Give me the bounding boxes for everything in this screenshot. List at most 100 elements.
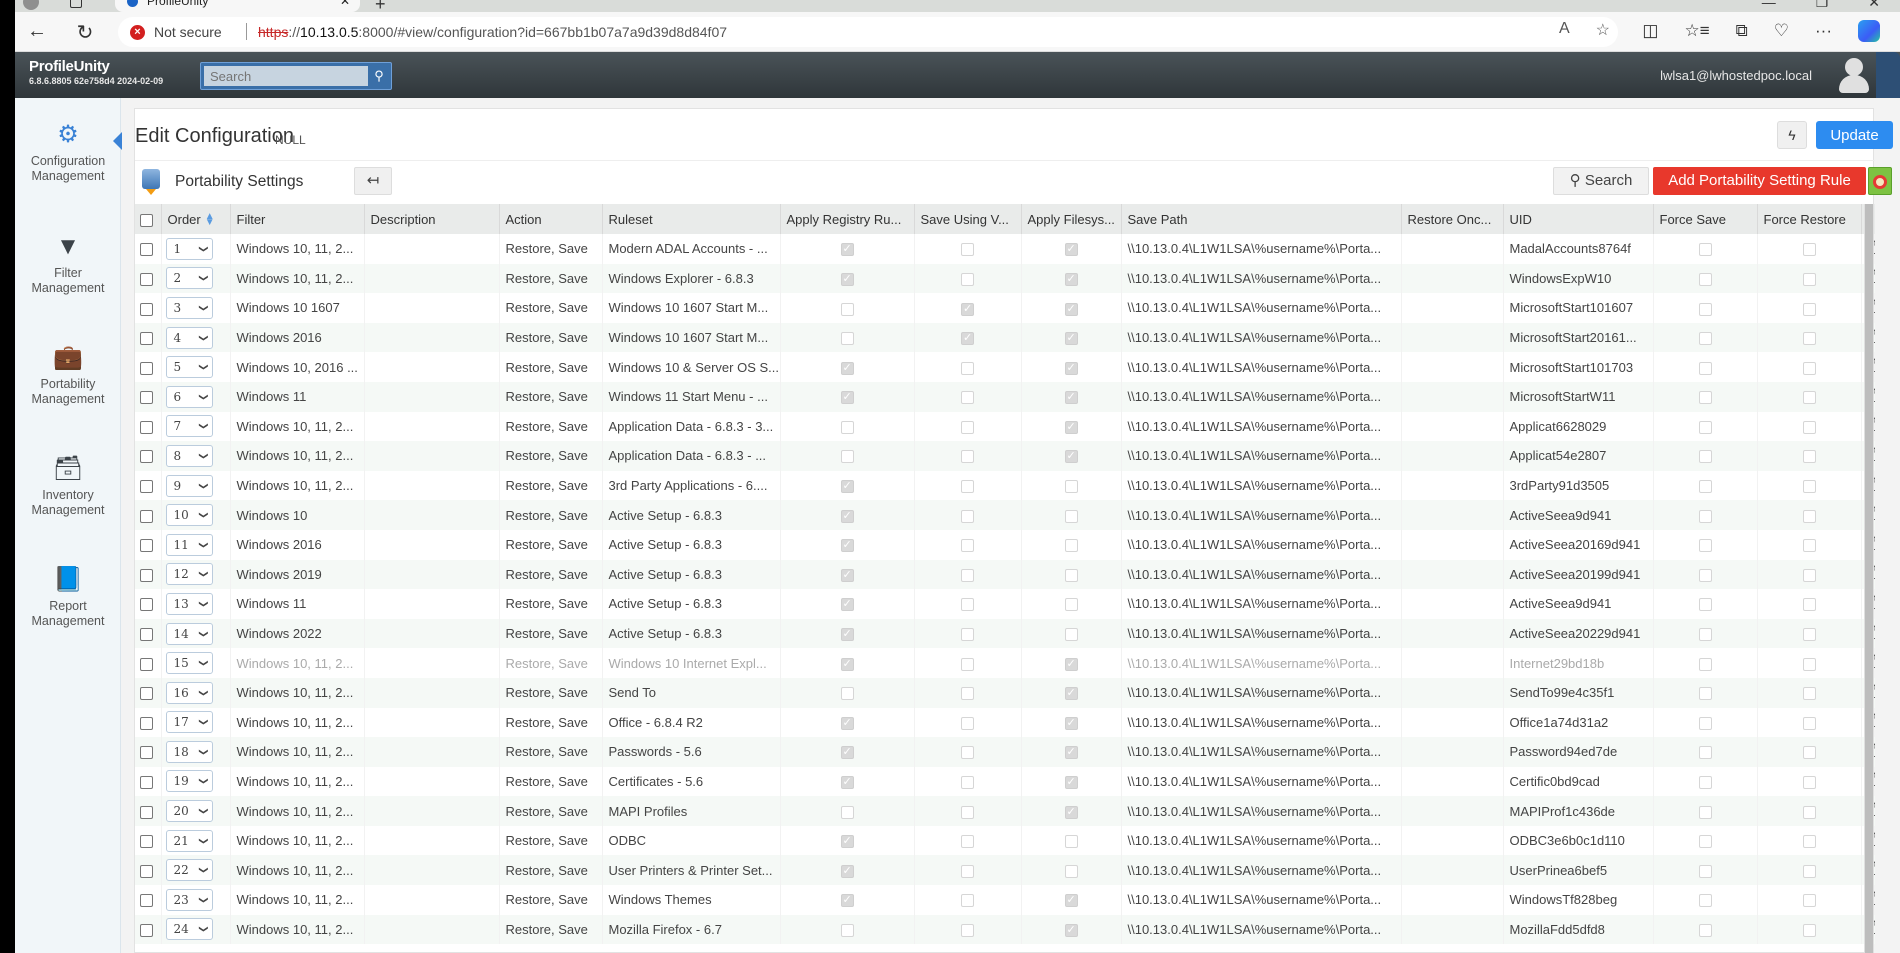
column-header-apply-filesystem[interactable]: Apply Filesys... bbox=[1021, 204, 1122, 234]
order-select[interactable]: 12 ❯ bbox=[165, 563, 213, 586]
order-select[interactable]: 21 ❯ bbox=[165, 829, 213, 852]
table-row[interactable]: 14 ❯ Windows 2022 Restore, Save Active Setup… bbox=[135, 618, 1875, 649]
column-header-filter[interactable]: Filter bbox=[230, 204, 365, 234]
column-header-order[interactable]: Order ▲ ▼ bbox=[161, 204, 231, 234]
table-row[interactable]: 24 ❯ Windows 10, 11, 2... Restore, Save Mozi… bbox=[135, 914, 1875, 945]
add-portability-rule-button[interactable]: Add Portability Setting Rule bbox=[1653, 167, 1866, 195]
url-text[interactable]: https://10.13.0.5:8000/#view/configurati… bbox=[258, 24, 727, 40]
browser-health-icon[interactable]: ♡ bbox=[1774, 21, 1789, 41]
table-row[interactable]: 11 ❯ Windows 2016 Restore, Save Active Setup… bbox=[135, 529, 1875, 560]
sidebar-item-configuration[interactable]: ⚙ Configuration Management bbox=[15, 120, 121, 184]
column-header-restore-once[interactable]: Restore Onc... bbox=[1401, 204, 1504, 234]
row-select-checkbox[interactable] bbox=[140, 391, 153, 405]
table-row[interactable]: 9 ❯ Windows 10, 11, 2... Restore, Save 3rd P… bbox=[135, 470, 1875, 501]
table-row[interactable]: 21 ❯ Windows 10, 11, 2... Restore, Save ODBC… bbox=[135, 825, 1875, 856]
order-select[interactable]: 1 ❯ bbox=[165, 237, 213, 260]
order-select[interactable]: 17 ❯ bbox=[165, 711, 213, 734]
collections-icon[interactable]: ⧉ bbox=[1736, 21, 1748, 41]
sort-icon[interactable]: ▲ ▼ bbox=[205, 212, 215, 228]
order-select[interactable]: 23 ❯ bbox=[165, 888, 213, 911]
table-row[interactable]: 22 ❯ Windows 10, 11, 2... Restore, Save User… bbox=[135, 855, 1875, 886]
table-row[interactable]: 1 ❯ Windows 10, 11, 2... Restore, Save Moder… bbox=[135, 234, 1875, 264]
order-select[interactable]: 11 ❯ bbox=[165, 533, 213, 556]
window-close-icon[interactable]: ✕ bbox=[1868, 0, 1880, 11]
select-all-checkbox[interactable] bbox=[140, 213, 153, 227]
row-select-checkbox[interactable] bbox=[140, 539, 153, 553]
order-select[interactable]: 2 ❯ bbox=[165, 267, 213, 290]
row-select-checkbox[interactable] bbox=[140, 805, 153, 819]
table-row[interactable]: 23 ❯ Windows 10, 11, 2... Restore, Save Wind… bbox=[135, 885, 1875, 915]
column-header-apply-registry[interactable]: Apply Registry Ru... bbox=[780, 204, 915, 234]
favorite-star-icon[interactable]: ☆ bbox=[1596, 20, 1610, 40]
update-button[interactable]: Update bbox=[1816, 121, 1893, 149]
row-select-checkbox[interactable] bbox=[140, 657, 153, 671]
sidebar-item-report[interactable]: 📘 Report Management bbox=[15, 565, 121, 629]
row-select-checkbox[interactable] bbox=[140, 568, 153, 582]
order-select[interactable]: 7 ❯ bbox=[165, 415, 213, 438]
order-select[interactable]: 24 ❯ bbox=[165, 918, 213, 941]
search-icon[interactable]: ⚲ bbox=[371, 66, 387, 86]
brand[interactable]: ProfileUnity 6.8.6.8805 62e758d4 2024-02… bbox=[29, 58, 163, 86]
order-select[interactable]: 20 ❯ bbox=[165, 800, 213, 823]
order-select[interactable]: 14 ❯ bbox=[165, 622, 213, 645]
table-row[interactable]: 3 ❯ Windows 10 1607 Restore, Save Windows 10… bbox=[135, 293, 1875, 323]
table-row[interactable]: 7 ❯ Windows 10, 11, 2... Restore, Save Appli… bbox=[135, 411, 1875, 442]
table-row[interactable]: 15 ❯ Windows 10, 11, 2... Restore, Save Wind… bbox=[135, 648, 1875, 678]
order-select[interactable]: 19 ❯ bbox=[165, 770, 213, 793]
table-search-button[interactable]: ⚲ Search bbox=[1553, 167, 1649, 195]
table-row[interactable]: 16 ❯ Windows 10, 11, 2... Restore, Save Send… bbox=[135, 677, 1875, 708]
row-select-checkbox[interactable] bbox=[140, 302, 153, 316]
row-select-checkbox[interactable] bbox=[140, 332, 153, 346]
flash-button[interactable]: ϟ bbox=[1777, 121, 1807, 149]
sidebar-collapse-caret[interactable] bbox=[113, 132, 122, 150]
order-select[interactable]: 6 ❯ bbox=[165, 385, 213, 408]
order-select[interactable]: 5 ❯ bbox=[165, 356, 213, 379]
table-row[interactable]: 12 ❯ Windows 2019 Restore, Save Active Setup… bbox=[135, 559, 1875, 590]
row-select-checkbox[interactable] bbox=[140, 361, 153, 375]
table-row[interactable]: 2 ❯ Windows 10, 11, 2... Restore, Save Windo… bbox=[135, 263, 1875, 294]
column-header-action[interactable]: Action bbox=[499, 204, 603, 234]
column-header-ruleset[interactable]: Ruleset bbox=[602, 204, 781, 234]
favorites-icon[interactable]: ☆≡ bbox=[1684, 21, 1709, 41]
table-row[interactable]: 5 ❯ Windows 10, 2016 ... Restore, Save Windo… bbox=[135, 352, 1875, 382]
order-select[interactable]: 18 ❯ bbox=[165, 740, 213, 763]
row-select-checkbox[interactable] bbox=[140, 716, 153, 730]
row-select-checkbox[interactable] bbox=[140, 243, 153, 257]
column-header-uid[interactable]: UID bbox=[1503, 204, 1654, 234]
order-select[interactable]: 3 ❯ bbox=[165, 296, 213, 319]
table-row[interactable]: 4 ❯ Windows 2016 Restore, Save Windows 10 16… bbox=[135, 322, 1875, 353]
column-header-force-save[interactable]: Force Save bbox=[1653, 204, 1758, 234]
column-header-save-using-v[interactable]: Save Using V... bbox=[914, 204, 1022, 234]
browser-tab[interactable]: ProfileUnity ✕ bbox=[115, 0, 360, 12]
read-aloud-icon[interactable]: A bbox=[1559, 20, 1570, 40]
row-select-checkbox[interactable] bbox=[140, 509, 153, 523]
column-header-save-path[interactable]: Save Path bbox=[1121, 204, 1402, 234]
split-screen-icon[interactable]: ◫ bbox=[1642, 21, 1658, 41]
refresh-icon[interactable]: ↻ bbox=[71, 20, 99, 45]
row-select-checkbox[interactable] bbox=[140, 598, 153, 612]
user-email[interactable]: lwlsa1@lwhostedpoc.local bbox=[1660, 68, 1812, 83]
row-select-checkbox[interactable] bbox=[140, 894, 153, 908]
sidebar-item-portability[interactable]: 💼 Portability Management bbox=[15, 343, 121, 407]
minimize-icon[interactable]: — bbox=[1762, 0, 1776, 11]
row-select-checkbox[interactable] bbox=[140, 450, 153, 464]
vertical-scrollbar[interactable] bbox=[1864, 204, 1874, 953]
row-select-checkbox[interactable] bbox=[140, 746, 153, 760]
table-row[interactable]: 13 ❯ Windows 11 Restore, Save Active Setup -… bbox=[135, 589, 1875, 619]
row-select-checkbox[interactable] bbox=[140, 776, 153, 790]
row-select-checkbox[interactable] bbox=[140, 835, 153, 849]
row-select-checkbox[interactable] bbox=[140, 420, 153, 434]
order-select[interactable]: 13 ❯ bbox=[165, 592, 213, 615]
order-select[interactable]: 9 ❯ bbox=[165, 474, 213, 497]
tab-close-icon[interactable]: ✕ bbox=[340, 0, 350, 8]
security-label[interactable]: Not secure bbox=[154, 24, 222, 40]
row-select-checkbox[interactable] bbox=[140, 687, 153, 701]
table-row[interactable]: 19 ❯ Windows 10, 11, 2... Restore, Save Cert… bbox=[135, 766, 1875, 797]
table-row[interactable]: 8 ❯ Windows 10, 11, 2... Restore, Save Appli… bbox=[135, 441, 1875, 471]
global-search-input[interactable] bbox=[204, 66, 368, 86]
order-select[interactable]: 16 ❯ bbox=[165, 681, 213, 704]
table-row[interactable]: 18 ❯ Windows 10, 11, 2... Restore, Save Pass… bbox=[135, 737, 1875, 767]
url-bar[interactable]: × Not secure https://10.13.0.5:8000/#vie… bbox=[118, 17, 1618, 47]
sidebar-item-inventory[interactable]: 🗃 Inventory Management bbox=[15, 454, 121, 518]
back-icon[interactable]: ← bbox=[23, 20, 51, 43]
